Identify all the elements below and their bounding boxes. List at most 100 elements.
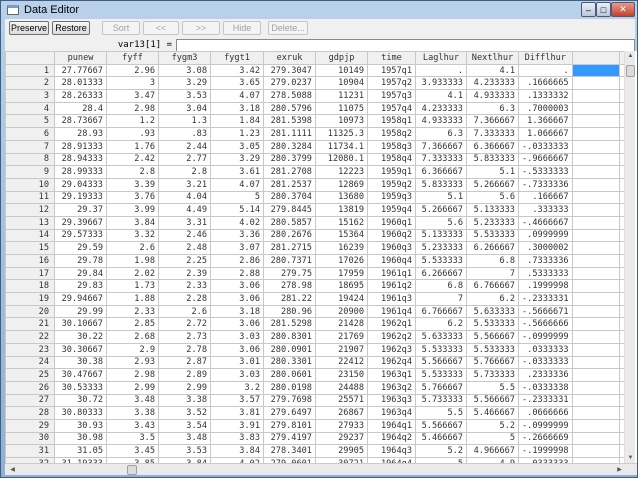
cell-exruk[interactable]: 281.2715 (263, 241, 316, 255)
empty-cell[interactable] (571, 380, 620, 395)
cell-fygt1[interactable]: 1.84 (210, 114, 264, 129)
cell-fyff[interactable]: 2.98 (106, 101, 159, 116)
cell-laglhur[interactable]: 5.233333 (415, 241, 467, 255)
cell-fygm3[interactable]: 2.46 (158, 228, 211, 243)
cell-time[interactable]: 1959q2 (367, 177, 416, 192)
column-header-fyff[interactable]: fyff (106, 51, 159, 65)
cell-exruk[interactable]: 279.0237 (263, 76, 316, 91)
scroll-left-icon[interactable]: ◀ (7, 466, 18, 473)
cell-laglhur[interactable]: 6.266667 (415, 266, 467, 281)
cell-punew[interactable]: 29.57333 (54, 228, 107, 243)
cell-difflhur[interactable]: .3000002 (518, 241, 573, 255)
cell-punew[interactable]: 30.98 (54, 431, 107, 446)
cell-fygt1[interactable]: 3.83 (210, 431, 264, 446)
cell-fygm3[interactable]: 2.72 (158, 317, 211, 332)
scroll-down-icon[interactable]: ▼ (625, 455, 636, 461)
cell-fygm3[interactable]: 3.53 (158, 444, 211, 458)
cell-fygt1[interactable]: 1.23 (210, 127, 264, 141)
cell-fygm3[interactable]: 2.77 (158, 152, 211, 167)
cell-laglhur[interactable]: 7.366667 (415, 139, 467, 154)
cell-exruk[interactable]: 280.96 (263, 304, 316, 319)
cell-punew[interactable]: 28.91333 (54, 139, 107, 154)
cell-gdpjp[interactable]: 20900 (315, 304, 368, 319)
cell-nextlhur[interactable]: 5.5 (466, 380, 519, 395)
cell-gdpjp[interactable]: 11325.3 (315, 127, 368, 141)
cell-fyff[interactable]: 2.93 (106, 355, 159, 370)
cell-fygm3[interactable]: 2.87 (158, 355, 211, 370)
cell-punew[interactable]: 29.59 (54, 241, 107, 255)
cell-difflhur[interactable]: .333333 (518, 203, 573, 217)
cell-gdpjp[interactable]: 13819 (315, 203, 368, 217)
empty-cell[interactable] (571, 165, 620, 179)
cell-gdpjp[interactable]: 12080.1 (315, 152, 368, 167)
cell-gdpjp[interactable]: 11734.1 (315, 139, 368, 154)
cell-gdpjp[interactable]: 10149 (315, 63, 368, 78)
cell-exruk[interactable]: 279.7698 (263, 393, 316, 408)
cell-laglhur[interactable]: 4.233333 (415, 101, 467, 116)
empty-cell[interactable] (571, 355, 620, 370)
cell-time[interactable]: 1960q3 (367, 241, 416, 255)
cell-difflhur[interactable]: .1999998 (518, 279, 573, 294)
cell-exruk[interactable]: 281.2708 (263, 165, 316, 179)
cell-punew[interactable]: 28.4 (54, 101, 107, 116)
column-header-laglhur[interactable]: Laglhur (415, 51, 467, 65)
cell-exruk[interactable]: 280.3704 (263, 190, 316, 205)
cell-gdpjp[interactable]: 21428 (315, 317, 368, 332)
cell-difflhur[interactable]: -.0999999 (518, 330, 573, 344)
cell-difflhur[interactable]: -.4666667 (518, 215, 573, 230)
cell-laglhur[interactable]: 5.5 (415, 406, 467, 420)
cell-fygt1[interactable]: 5 (210, 190, 264, 205)
cell-punew[interactable]: 28.73667 (54, 114, 107, 129)
cell-laglhur[interactable]: 5.533333 (415, 342, 467, 357)
cell-fygt1[interactable]: 3.06 (210, 279, 264, 294)
cell-exruk[interactable]: 278.98 (263, 279, 316, 294)
cell-punew[interactable]: 30.80333 (54, 406, 107, 420)
cell-fygm3[interactable]: 2.28 (158, 292, 211, 306)
cell-fygm3[interactable]: 3.04 (158, 101, 211, 116)
cell-fygm3[interactable]: 2.33 (158, 279, 211, 294)
horizontal-scroll-thumb[interactable] (127, 465, 137, 475)
empty-cell[interactable] (571, 203, 620, 217)
cell-nextlhur[interactable]: 5.133333 (466, 203, 519, 217)
cell-exruk[interactable]: 279.8445 (263, 203, 316, 217)
cell-fygm3[interactable]: 2.8 (158, 165, 211, 179)
cell-exruk[interactable]: 280.7371 (263, 254, 316, 268)
move-right-button[interactable]: >> (182, 21, 220, 35)
cell-fygm3[interactable]: 2.99 (158, 380, 211, 395)
cell-gdpjp[interactable]: 21907 (315, 342, 368, 357)
cell-fygt1[interactable]: 3.91 (210, 418, 264, 433)
cell-fyff[interactable]: 1.2 (106, 114, 159, 129)
cell-time[interactable]: 1958q3 (367, 139, 416, 154)
cell-exruk[interactable]: 280.3301 (263, 355, 316, 370)
cell-time[interactable]: 1963q2 (367, 380, 416, 395)
vertical-scroll-thumb[interactable] (626, 65, 635, 77)
cell-exruk[interactable]: 278.3401 (263, 444, 316, 458)
cell-difflhur[interactable]: -.2666669 (518, 431, 573, 446)
preserve-button[interactable]: Preserve (9, 21, 49, 35)
cell-laglhur[interactable]: 5.766667 (415, 380, 467, 395)
cell-laglhur[interactable]: 5.266667 (415, 203, 467, 217)
cell-difflhur[interactable]: -.5666666 (518, 317, 573, 332)
cell-difflhur[interactable]: .0333333 (518, 342, 573, 357)
cell-fyff[interactable]: 1.76 (106, 139, 159, 154)
cell-fygt1[interactable]: 2.86 (210, 254, 264, 268)
cell-time[interactable]: 1962q1 (367, 317, 416, 332)
cell-nextlhur[interactable]: 4.233333 (466, 76, 519, 91)
cell-time[interactable]: 1960q2 (367, 228, 416, 243)
cell-exruk[interactable]: 278.5088 (263, 89, 316, 103)
cell-nextlhur[interactable]: 6.2 (466, 292, 519, 306)
cell-fygm3[interactable]: 3.21 (158, 177, 211, 192)
horizontal-scrollbar[interactable]: ◀ ▶ (5, 463, 637, 475)
empty-cell[interactable] (571, 177, 620, 192)
cell-laglhur[interactable]: 6.2 (415, 317, 467, 332)
cell-time[interactable]: 1962q4 (367, 355, 416, 370)
cell-laglhur[interactable]: 4.1 (415, 89, 467, 103)
cell-fygt1[interactable]: 3.29 (210, 152, 264, 167)
cell-time[interactable]: 1964q2 (367, 431, 416, 446)
cell-punew[interactable]: 29.19333 (54, 190, 107, 205)
cell-gdpjp[interactable]: 11231 (315, 89, 368, 103)
cell-punew[interactable]: 30.53333 (54, 380, 107, 395)
cell-fyff[interactable]: 2.33 (106, 304, 159, 319)
cell-nextlhur[interactable]: 7 (466, 266, 519, 281)
cell-exruk[interactable]: 280.2676 (263, 228, 316, 243)
